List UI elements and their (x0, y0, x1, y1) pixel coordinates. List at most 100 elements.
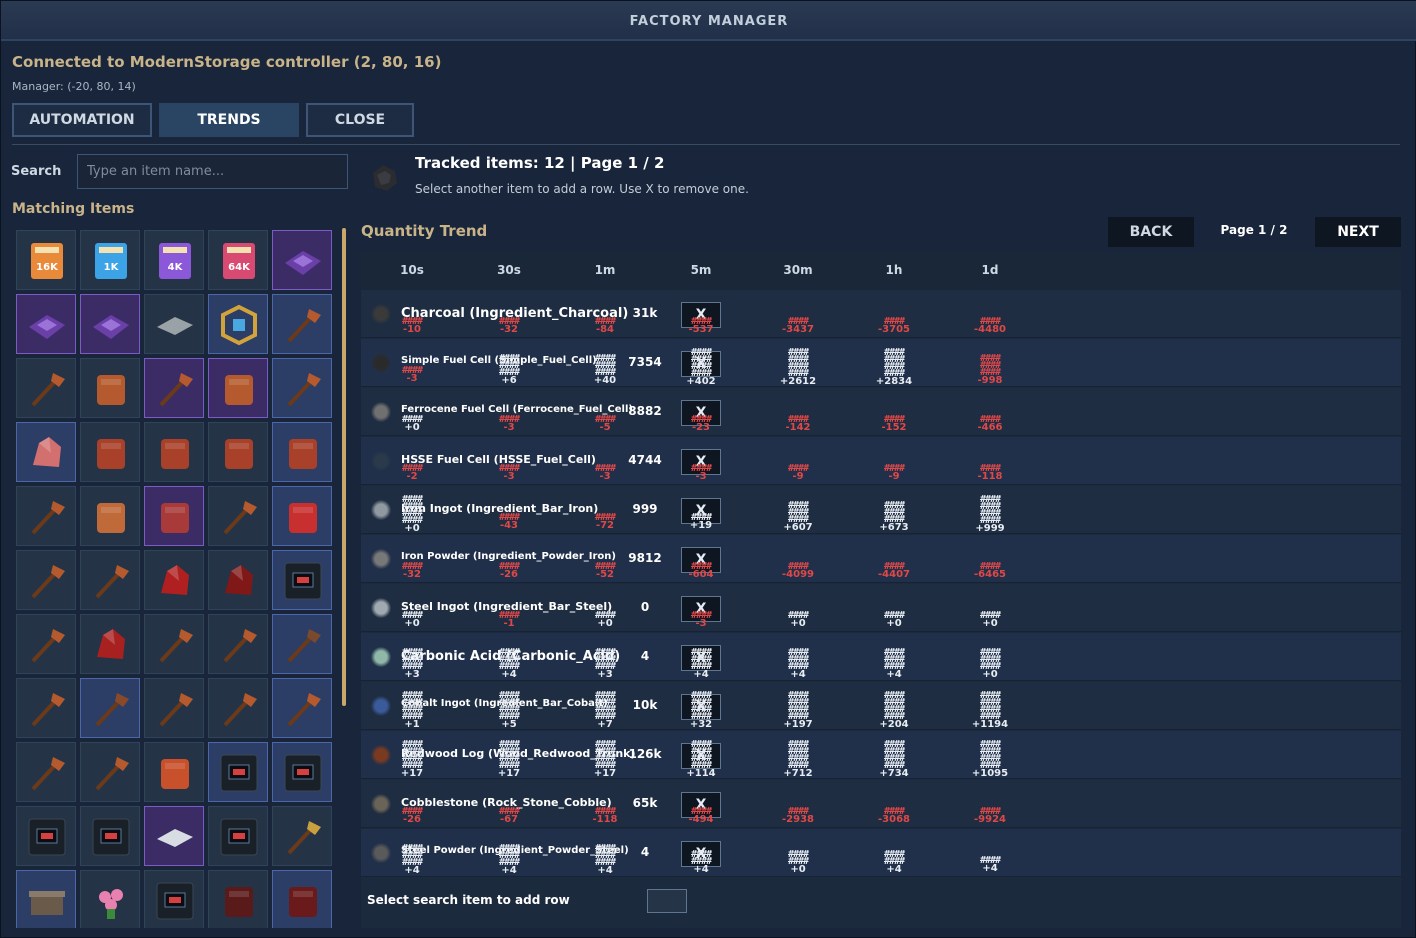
item-slot-storage-16k[interactable]: 16K (16, 230, 76, 290)
item-slot-copper-armor[interactable] (272, 422, 332, 482)
item-slot-machine-block[interactable] (16, 806, 76, 866)
item-slot-copper-spear[interactable] (208, 678, 268, 738)
item-slot-red-bar[interactable] (272, 486, 332, 546)
trend-delta: +6 (501, 375, 517, 386)
column-header-5m: 5m (690, 263, 712, 277)
item-slot-machine-block[interactable] (208, 742, 268, 802)
item-slot-white-cloth[interactable] (144, 806, 204, 866)
item-slot-copper-staff[interactable] (144, 358, 204, 418)
item-slot-copper-sword[interactable] (80, 742, 140, 802)
item-slot-storage-64k[interactable]: 64K (208, 230, 268, 290)
item-slot-purple-crate[interactable] (80, 294, 140, 354)
item-slot-copper-bow[interactable] (80, 678, 140, 738)
trend-delta: -6465 (974, 569, 1006, 580)
item-slot-machine-block[interactable] (208, 806, 268, 866)
item-slot-workbench[interactable] (16, 870, 76, 928)
item-slot-copper-helmet[interactable] (144, 742, 204, 802)
trend-cell: #### -537 (661, 296, 741, 336)
next-button[interactable]: NEXT (1315, 217, 1401, 247)
item-slot-copper-spear[interactable] (272, 614, 332, 674)
trend-bar: #### (979, 806, 1001, 817)
item-slot-purple-crate[interactable] (272, 230, 332, 290)
trend-cell: #### #### #### #### +204 (854, 688, 934, 730)
item-slot-copper-block[interactable] (144, 422, 204, 482)
trend-cell: #### #### #### +4 (661, 639, 741, 680)
item-slot-copper-blades[interactable] (272, 358, 332, 418)
item-slot-red-crystal[interactable] (144, 550, 204, 610)
item-slot-copper-hammer[interactable] (16, 358, 76, 418)
column-header-1d: 1d (981, 263, 999, 277)
item-slot-copper-armor[interactable] (80, 358, 140, 418)
trend-bar: #### #### #### #### (498, 690, 520, 722)
item-slot-golden-cube[interactable] (208, 294, 268, 354)
trend-cell: #### +0 (758, 590, 838, 630)
item-slot-copper-sickle[interactable] (144, 678, 204, 738)
trend-cell: #### +0 (950, 590, 1030, 630)
trend-bar: #### #### #### #### (401, 739, 423, 771)
item-slot-purple-crate[interactable] (16, 294, 76, 354)
storage-64k-icon: 64K (223, 243, 255, 279)
copper-hammer-icon (95, 565, 129, 599)
item-slot-copper-dagger[interactable] (208, 614, 268, 674)
trend-delta: +0 (790, 864, 806, 875)
trend-delta: +4 (886, 864, 902, 875)
tab-trends[interactable]: TRENDS (159, 103, 299, 137)
item-slot-copper-pickaxe[interactable] (16, 614, 76, 674)
item-slot-red-ore[interactable] (16, 422, 76, 482)
item-slot-storage-1k[interactable]: 1K (80, 230, 140, 290)
tab-automation[interactable]: AUTOMATION (12, 103, 152, 137)
copper-weapon-icon (287, 309, 321, 343)
item-slot-dark-red-block[interactable] (208, 870, 268, 928)
trend-delta: +4 (501, 865, 517, 876)
item-slot-machine-block[interactable] (272, 550, 332, 610)
item-slot-golden-crossbow[interactable] (272, 806, 332, 866)
item-slot-copper-blades[interactable] (144, 614, 204, 674)
item-slot-machine-block[interactable] (80, 806, 140, 866)
item-slot-copper-sword[interactable] (16, 550, 76, 610)
copper-chest-icon (161, 503, 189, 533)
trend-bar: #### #### #### #### (594, 690, 616, 722)
trend-bar: #### #### #### (979, 353, 1001, 378)
trend-cell: #### #### #### +4 (469, 639, 549, 680)
red-pile-icon (97, 629, 125, 659)
back-button[interactable]: BACK (1108, 217, 1194, 247)
trend-cell: #### #### #### #### +1 (372, 688, 452, 730)
item-slot-copper-armor[interactable] (208, 358, 268, 418)
search-input[interactable] (77, 154, 348, 189)
item-slot-copper-block[interactable] (80, 422, 140, 482)
trend-bar: #### (594, 610, 616, 621)
item-slot-red-pile[interactable] (80, 614, 140, 674)
trend-cell: #### -32 (469, 296, 549, 336)
item-slot-copper-wand[interactable] (16, 742, 76, 802)
close-button[interactable]: CLOSE (306, 103, 414, 137)
item-slot-metal-plate[interactable] (144, 294, 204, 354)
item-slot-dark-red-block[interactable] (272, 870, 332, 928)
item-slot-machine-block[interactable] (144, 870, 204, 928)
item-slot-storage-4k[interactable]: 4K (144, 230, 204, 290)
trend-delta: +4 (790, 669, 806, 680)
item-slot-copper-hammer[interactable] (80, 550, 140, 610)
trend-bar: #### (594, 561, 616, 572)
item-slot-copper-weapon[interactable] (272, 294, 332, 354)
trend-cell: #### #### #### #### +2834 (854, 345, 934, 387)
trend-delta: -3437 (782, 324, 814, 335)
trend-delta: -5 (599, 422, 611, 433)
item-slot-copper-pick[interactable] (208, 486, 268, 546)
item-slot-copper-armor[interactable] (208, 422, 268, 482)
item-slot-copper-crossbow[interactable] (16, 678, 76, 738)
trend-delta: +2612 (779, 376, 817, 387)
trend-delta: -3 (503, 471, 515, 482)
item-slot-copper-spear[interactable] (272, 678, 332, 738)
item-slot-red-crystal[interactable] (208, 550, 268, 610)
trend-bar: #### (883, 463, 905, 474)
item-slot-pink-flowers[interactable] (80, 870, 140, 928)
trend-cell: #### #### #### #### +2612 (758, 345, 838, 387)
trend-cell: #### -52 (565, 541, 645, 581)
add-row-slot[interactable] (647, 889, 687, 913)
item-slot-machine-block[interactable] (272, 742, 332, 802)
matching-items-scrollbar[interactable] (342, 228, 346, 706)
item-slot-copper-chest[interactable] (80, 486, 140, 546)
trend-delta: -142 (785, 422, 811, 433)
item-slot-copper-chest[interactable] (144, 486, 204, 546)
item-slot-copper-axe[interactable] (16, 486, 76, 546)
